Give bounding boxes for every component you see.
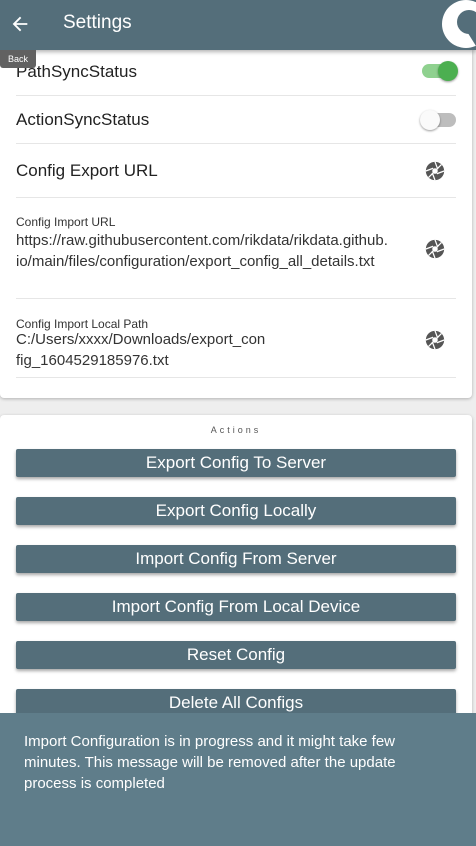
import-config-from-local-device-button[interactable]: Import Config From Local Device <box>16 593 456 621</box>
app-logo <box>442 0 476 48</box>
export-config-to-server-button[interactable]: Export Config To Server <box>16 449 456 477</box>
import-url-row[interactable]: Config Import URL https://raw.githubuser… <box>16 198 456 299</box>
export-url-row[interactable]: Config Export URL <box>16 144 456 198</box>
import-url-label: Config Import URL <box>16 215 116 229</box>
action-sync-row: ActionSyncStatus <box>16 96 456 144</box>
path-sync-toggle[interactable] <box>422 61 458 81</box>
toggle-knob <box>438 61 458 81</box>
progress-snackbar: Import Configuration is in progress and … <box>0 713 476 846</box>
toggle-knob <box>420 110 440 130</box>
export-config-locally-button[interactable]: Export Config Locally <box>16 497 456 525</box>
page-title: Settings <box>63 12 132 33</box>
app-bar: Settings <box>0 0 476 50</box>
camera-aperture-icon[interactable] <box>424 238 446 260</box>
back-tooltip: Back <box>0 50 36 68</box>
reset-config-button[interactable]: Reset Config <box>16 641 456 669</box>
import-path-row[interactable]: Config Import Local Path C:/Users/xxxx/D… <box>16 299 456 378</box>
back-button[interactable] <box>0 0 40 48</box>
action-sync-toggle[interactable] <box>420 110 456 130</box>
arrow-left-icon <box>12 16 28 32</box>
import-url-value: https://raw.githubusercontent.com/rikdat… <box>16 232 388 270</box>
import-path-value: C:/Users/xxxx/Downloads/export_config_16… <box>16 331 266 369</box>
path-sync-row: PathSyncStatus <box>16 50 458 96</box>
actions-card: Actions Export Config To Server Export C… <box>0 415 472 735</box>
action-sync-label: ActionSyncStatus <box>16 110 150 129</box>
settings-card: PathSyncStatus ActionSyncStatus Config E… <box>0 50 472 398</box>
camera-aperture-icon[interactable] <box>424 160 446 182</box>
export-url-label: Config Export URL <box>16 161 158 180</box>
actions-title: Actions <box>210 425 262 435</box>
import-config-from-server-button[interactable]: Import Config From Server <box>16 545 456 573</box>
camera-aperture-icon[interactable] <box>424 329 446 351</box>
